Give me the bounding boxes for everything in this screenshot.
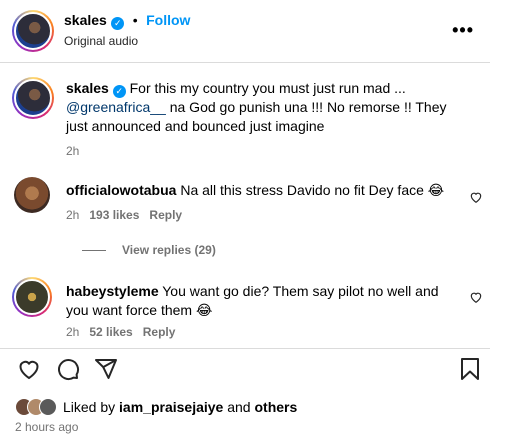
separator-dot: • xyxy=(132,12,138,28)
comment-meta: 2h 52 likes Reply xyxy=(66,325,185,339)
avatar-skales[interactable] xyxy=(12,10,54,52)
view-replies-button[interactable]: View replies (29) xyxy=(82,243,216,257)
verified-badge-icon: ✓ xyxy=(112,85,126,98)
actions-divider xyxy=(0,348,490,349)
header-title-row: skales ✓ • Follow xyxy=(64,12,190,30)
comment-icon[interactable] xyxy=(56,357,80,381)
comment-time[interactable]: 2h xyxy=(66,208,79,222)
avatar-image xyxy=(14,279,50,315)
view-replies-line xyxy=(82,250,106,252)
header-divider xyxy=(0,62,490,63)
comment-text: habeystyleme You want go die? Them say p… xyxy=(66,282,446,320)
paper-plane-icon[interactable] xyxy=(94,357,118,381)
caption-meta: 2h xyxy=(66,144,89,158)
caption-time[interactable]: 2h xyxy=(66,144,79,158)
comment-username[interactable]: officialowotabua xyxy=(66,182,176,198)
liked-by-row: Liked by iam_praisejaiye and others xyxy=(15,397,297,417)
comment-avatar-owotabua[interactable] xyxy=(14,177,50,213)
caption-username[interactable]: skales xyxy=(66,80,109,96)
comment-body: Na all this stress Davido no fit Dey fac… xyxy=(176,182,445,198)
liker-avatar[interactable] xyxy=(39,398,57,416)
post-header: skales ✓ • Follow Original audio ••• xyxy=(0,0,507,62)
comment-heart-icon[interactable] xyxy=(469,290,483,304)
avatar-image xyxy=(14,177,50,213)
bookmark-icon[interactable] xyxy=(459,357,481,381)
follow-button[interactable]: Follow xyxy=(146,12,190,28)
caption-avatar-skales[interactable] xyxy=(12,77,54,119)
post-username[interactable]: skales xyxy=(64,12,107,28)
comment-username[interactable]: habeystyleme xyxy=(66,283,159,299)
comment-heart-icon[interactable] xyxy=(469,190,483,204)
liked-by-text: Liked by iam_praisejaiye and others xyxy=(63,399,297,415)
liked-by-user[interactable]: iam_praisejaiye xyxy=(119,399,223,415)
more-options-icon[interactable]: ••• xyxy=(452,20,474,41)
view-replies-label: View replies (29) xyxy=(122,243,216,257)
reply-button[interactable]: Reply xyxy=(149,208,182,222)
audio-label[interactable]: Original audio xyxy=(64,34,138,48)
comment-avatar-habeystyleme[interactable] xyxy=(12,277,52,317)
comment-likes[interactable]: 52 likes xyxy=(89,325,132,339)
avatar-image xyxy=(14,79,52,117)
liked-by-prefix: Liked by xyxy=(63,399,120,415)
liked-by-others[interactable]: others xyxy=(254,399,297,415)
liked-by-join: and xyxy=(223,399,255,415)
avatar-image xyxy=(14,12,52,50)
comment-time[interactable]: 2h xyxy=(66,325,79,339)
caption-body-1: For this my country you must just run ma… xyxy=(125,80,406,96)
comment-text: officialowotabua Na all this stress Davi… xyxy=(66,181,456,200)
post-time-ago[interactable]: 2 hours ago xyxy=(15,420,78,434)
reply-button[interactable]: Reply xyxy=(143,325,176,339)
comment-likes[interactable]: 193 likes xyxy=(89,208,139,222)
caption-text: skales ✓ For this my country you must ju… xyxy=(66,79,466,136)
verified-badge-icon: ✓ xyxy=(111,17,125,30)
caption-mention-link[interactable]: @greenafrica__ xyxy=(66,99,166,115)
comment-meta: 2h 193 likes Reply xyxy=(66,208,192,222)
heart-icon[interactable] xyxy=(17,357,41,381)
